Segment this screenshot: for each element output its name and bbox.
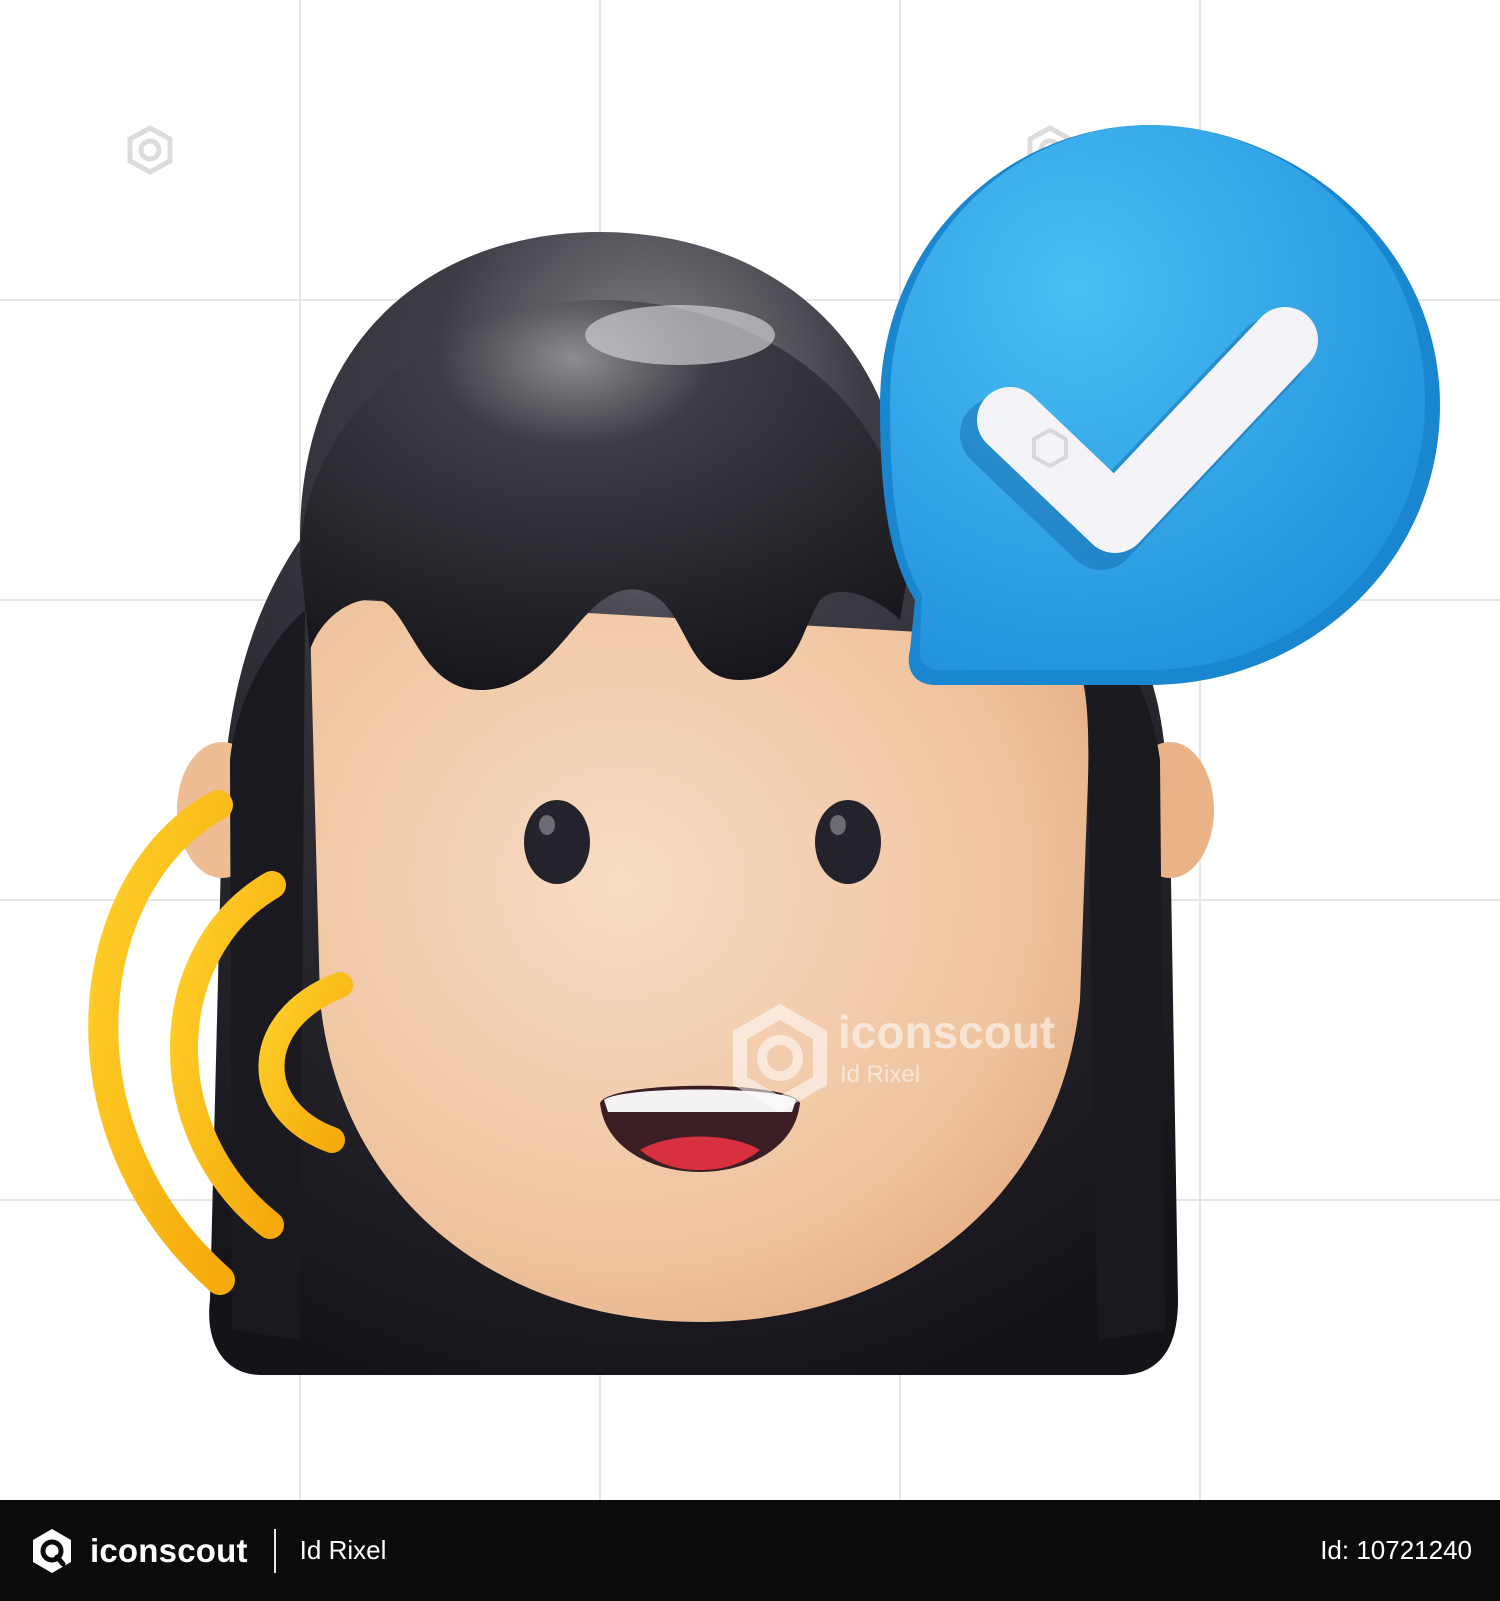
iconscout-logo-icon bbox=[33, 1528, 71, 1573]
woman-face-icon bbox=[310, 591, 1089, 1322]
left-eye bbox=[524, 800, 590, 884]
left-eye-shine bbox=[539, 815, 555, 835]
footer-brand[interactable]: iconscout bbox=[28, 1527, 248, 1575]
footer-brand-name: iconscout bbox=[90, 1531, 248, 1569]
watermark-brand: iconscout bbox=[838, 1006, 1055, 1058]
footer-bar: iconscout Id Rixel Id: 10721240 bbox=[0, 1500, 1500, 1601]
right-eye bbox=[815, 800, 881, 884]
hair-highlight bbox=[585, 305, 775, 365]
footer-divider bbox=[273, 1528, 276, 1573]
footer-author[interactable]: Id Rixel bbox=[300, 1535, 387, 1566]
illustration: iconscout Id Rixel bbox=[0, 0, 1500, 1500]
footer-asset-id: Id: 10721240 bbox=[1320, 1535, 1472, 1565]
watermark-author: Id Rixel bbox=[840, 1061, 920, 1088]
right-eye-shine bbox=[830, 815, 846, 835]
verified-speech-bubble-icon bbox=[880, 125, 1440, 685]
